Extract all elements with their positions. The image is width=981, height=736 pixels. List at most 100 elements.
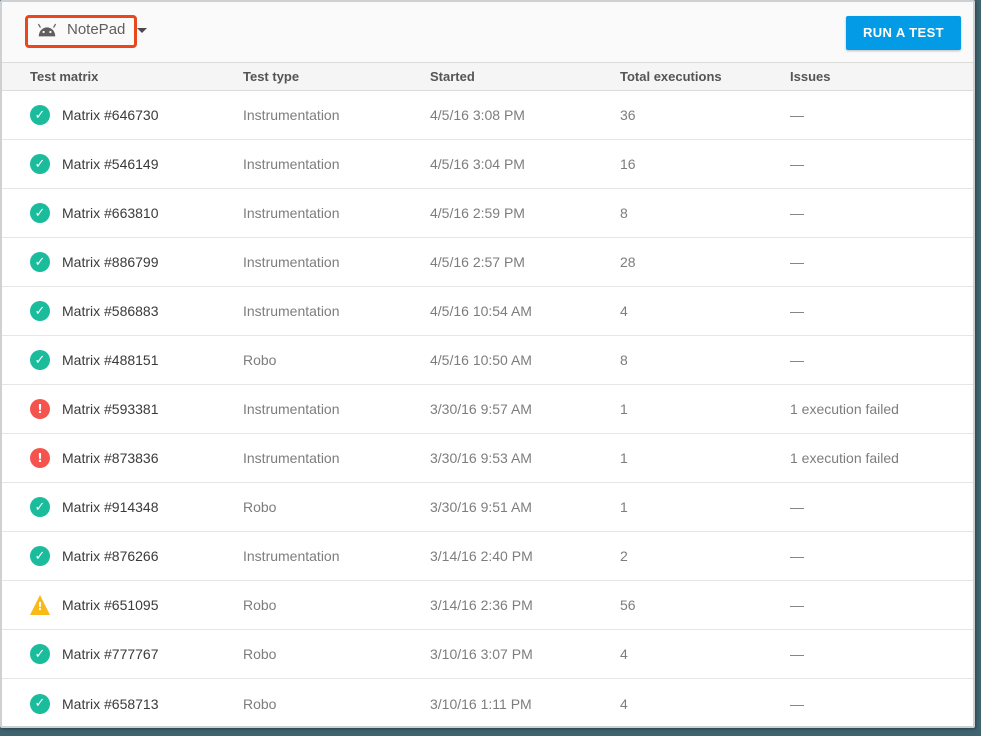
test-type: Robo [243, 597, 277, 613]
success-icon: ✓ [30, 154, 50, 174]
column-header-started: Started [430, 69, 475, 84]
started-time: 4/5/16 10:54 AM [430, 303, 532, 319]
total-executions: 36 [620, 107, 636, 123]
started-time: 3/30/16 9:53 AM [430, 450, 532, 466]
test-type: Instrumentation [243, 205, 340, 221]
matrix-name: Matrix #593381 [62, 401, 159, 417]
total-executions: 56 [620, 597, 636, 613]
chevron-down-icon [137, 28, 148, 33]
run-a-test-button[interactable]: RUN A TEST [845, 16, 961, 50]
success-icon: ✓ [30, 644, 50, 664]
table-row[interactable]: ✓ Matrix #586883 Instrumentation 4/5/16 … [2, 287, 973, 336]
matrix-name: Matrix #658713 [62, 695, 159, 712]
total-executions: 1 [620, 450, 628, 466]
column-header-test-matrix: Test matrix [30, 69, 99, 84]
started-time: 4/5/16 3:08 PM [430, 107, 525, 123]
success-icon: ✓ [30, 203, 50, 223]
started-time: 3/30/16 9:57 AM [430, 401, 532, 417]
test-type: Instrumentation [243, 401, 340, 417]
matrix-name: Matrix #546149 [62, 156, 159, 172]
matrix-name: Matrix #663810 [62, 205, 159, 221]
started-time: 4/5/16 10:50 AM [430, 352, 532, 368]
app-selector-label: NotePad [67, 21, 126, 38]
app-selector-dropdown[interactable]: NotePad [36, 21, 148, 38]
success-icon: ✓ [30, 252, 50, 272]
started-time: 3/14/16 2:40 PM [430, 548, 533, 564]
issues: — [790, 352, 804, 368]
total-executions: 4 [620, 646, 628, 662]
test-type: Instrumentation [243, 107, 340, 123]
test-type: Robo [243, 499, 277, 515]
total-executions: 1 [620, 499, 628, 515]
started-time: 4/5/16 3:04 PM [430, 156, 525, 172]
matrix-name: Matrix #876266 [62, 548, 159, 564]
matrix-name: Matrix #873836 [62, 450, 159, 466]
test-type: Instrumentation [243, 450, 340, 466]
total-executions: 2 [620, 548, 628, 564]
table-row[interactable]: ✓ Matrix #663810 Instrumentation 4/5/16 … [2, 189, 973, 238]
test-type: Instrumentation [243, 303, 340, 319]
test-type: Robo [243, 352, 277, 368]
table-row[interactable]: ✓ Matrix #546149 Instrumentation 4/5/16 … [2, 140, 973, 189]
table-header: Test matrix Test type Started Total exec… [2, 62, 973, 91]
total-executions: 1 [620, 401, 628, 417]
matrix-name: Matrix #488151 [62, 352, 159, 368]
table-row[interactable]: ✓ Matrix #886799 Instrumentation 4/5/16 … [2, 238, 973, 287]
test-type: Instrumentation [243, 254, 340, 270]
total-executions: 28 [620, 254, 636, 270]
table-row[interactable]: ! Matrix #873836 Instrumentation 3/30/16… [2, 434, 973, 483]
matrix-name: Matrix #646730 [62, 107, 159, 123]
success-icon: ✓ [30, 301, 50, 321]
android-icon [38, 23, 56, 36]
warning-icon: ! [30, 595, 50, 615]
matrix-name: Matrix #586883 [62, 303, 159, 319]
success-icon: ✓ [30, 105, 50, 125]
started-time: 4/5/16 2:57 PM [430, 254, 525, 270]
test-type: Instrumentation [243, 156, 340, 172]
total-executions: 16 [620, 156, 636, 172]
started-time: 4/5/16 2:59 PM [430, 205, 525, 221]
table-row[interactable]: ✓ Matrix #914348 Robo 3/30/16 9:51 AM 1 … [2, 483, 973, 532]
issues: 1 execution failed [790, 450, 899, 466]
table-row[interactable]: ! Matrix #593381 Instrumentation 3/30/16… [2, 385, 973, 434]
test-type: Robo [243, 695, 277, 712]
table-row[interactable]: ! Matrix #651095 Robo 3/14/16 2:36 PM 56… [2, 581, 973, 630]
issues: — [790, 156, 804, 172]
issues: — [790, 254, 804, 270]
issues: — [790, 499, 804, 515]
table-row[interactable]: ✓ Matrix #658713 Robo 3/10/16 1:11 PM 4 … [2, 679, 973, 726]
table-row[interactable]: ✓ Matrix #777767 Robo 3/10/16 3:07 PM 4 … [2, 630, 973, 679]
matrix-name: Matrix #914348 [62, 499, 159, 515]
started-time: 3/14/16 2:36 PM [430, 597, 533, 613]
issues: — [790, 597, 804, 613]
screenshot-frame: NotePad RUN A TEST Test matrix Test type… [0, 0, 981, 736]
test-type: Instrumentation [243, 548, 340, 564]
total-executions: 8 [620, 205, 628, 221]
table-row[interactable]: ✓ Matrix #646730 Instrumentation 4/5/16 … [2, 91, 973, 140]
success-icon: ✓ [30, 693, 50, 714]
table-row[interactable]: ✓ Matrix #488151 Robo 4/5/16 10:50 AM 8 … [2, 336, 973, 385]
total-executions: 4 [620, 303, 628, 319]
matrix-name: Matrix #886799 [62, 254, 159, 270]
column-header-issues: Issues [790, 69, 831, 84]
issues: — [790, 646, 804, 662]
issues: — [790, 205, 804, 221]
test-lab-panel: NotePad RUN A TEST Test matrix Test type… [0, 0, 975, 728]
success-icon: ✓ [30, 546, 50, 566]
started-time: 3/30/16 9:51 AM [430, 499, 532, 515]
issues: 1 execution failed [790, 401, 899, 417]
test-type: Robo [243, 646, 277, 662]
column-header-test-type: Test type [243, 69, 300, 84]
toolbar: NotePad RUN A TEST [2, 2, 973, 62]
total-executions: 8 [620, 352, 628, 368]
column-header-total-executions: Total executions [620, 69, 722, 84]
success-icon: ✓ [30, 497, 50, 517]
issues: — [790, 695, 804, 712]
issues: — [790, 548, 804, 564]
success-icon: ✓ [30, 350, 50, 370]
error-icon: ! [30, 448, 50, 468]
table-row[interactable]: ✓ Matrix #876266 Instrumentation 3/14/16… [2, 532, 973, 581]
error-icon: ! [30, 399, 50, 419]
started-time: 3/10/16 1:11 PM [430, 695, 532, 712]
issues: — [790, 303, 804, 319]
